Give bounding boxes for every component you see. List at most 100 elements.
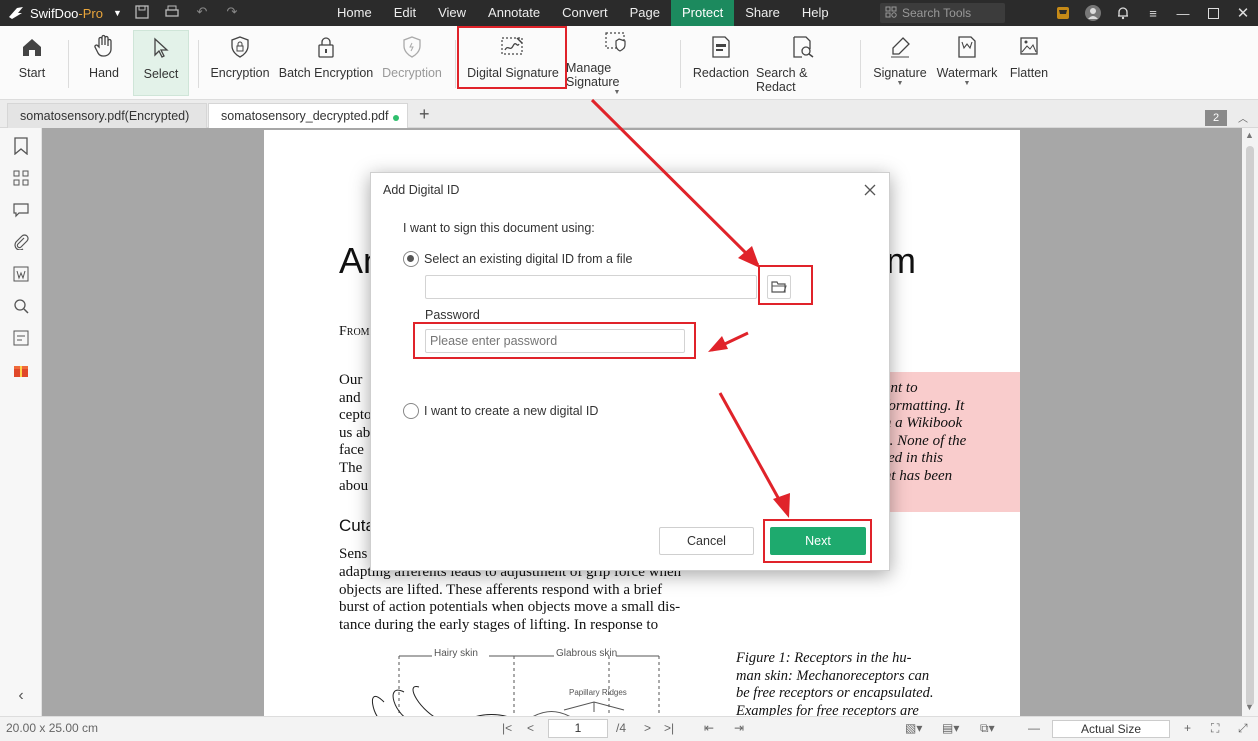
chevron-down-icon[interactable]: ▼ (897, 80, 904, 87)
fig-label-hairy: Hairy skin (434, 648, 478, 659)
word-document-icon[interactable] (11, 264, 31, 284)
search-tools-input[interactable]: Search Tools (880, 3, 1005, 23)
gift-icon[interactable] (11, 360, 31, 380)
hand-button[interactable]: Hand (80, 30, 128, 96)
scroll-up-icon[interactable]: ▲ (1245, 130, 1254, 140)
digital-id-file-input[interactable] (425, 275, 757, 299)
user-avatar-icon[interactable] (1078, 0, 1108, 26)
menu-edit[interactable]: Edit (383, 0, 427, 26)
annotation-box-browse (758, 265, 813, 305)
app-brand[interactable]: SwifDoo -Pro ▼ (8, 5, 122, 21)
scroll-thumb[interactable] (1246, 146, 1254, 706)
menu-help[interactable]: Help (791, 0, 840, 26)
tab-decrypted[interactable]: somatosensory_decrypted.pdf (208, 103, 408, 128)
form-icon[interactable] (11, 328, 31, 348)
menu-protect[interactable]: Protect (671, 0, 735, 26)
chevron-down-icon[interactable]: ▼ (113, 8, 122, 18)
menu-page[interactable]: Page (619, 0, 671, 26)
search-tools-icon (885, 6, 897, 18)
document-tabs: somatosensory.pdf(Encrypted) somatosenso… (0, 100, 1258, 128)
zoom-out-icon[interactable]: — (1028, 721, 1040, 735)
text-line: Examples for free receptors are (736, 702, 919, 716)
minimize-icon[interactable]: — (1168, 0, 1198, 26)
next-page-icon[interactable]: > (644, 721, 651, 735)
option-new-label: I want to create a new digital ID (424, 404, 599, 418)
radio-existing-id[interactable] (403, 251, 419, 267)
save-icon[interactable] (134, 4, 150, 20)
collapse-left-icon[interactable]: ‹ (11, 686, 31, 706)
page-layout-icon[interactable]: ▤▾ (942, 721, 959, 735)
bookmark-icon[interactable] (11, 136, 31, 156)
prev-page-icon[interactable]: < (527, 721, 534, 735)
bell-icon[interactable] (1108, 0, 1138, 26)
page-number-input[interactable]: 1 (548, 719, 608, 738)
cart-icon[interactable] (1048, 0, 1078, 26)
first-page-icon[interactable]: |< (502, 721, 512, 735)
radio-new-id[interactable] (403, 403, 419, 419)
vertical-scrollbar[interactable]: ▲ ▼ (1242, 128, 1258, 716)
pen-signature-icon (891, 37, 910, 58)
search-icon[interactable] (11, 296, 31, 316)
redaction-label: Redaction (692, 66, 750, 80)
menu-annotate[interactable]: Annotate (477, 0, 551, 26)
last-page-icon[interactable]: >| (664, 721, 674, 735)
menu-more-icon[interactable]: ≡ (1138, 0, 1168, 26)
menu-share[interactable]: Share (734, 0, 791, 26)
search-redact-button[interactable]: Search & Redact (756, 30, 850, 96)
print-icon[interactable] (164, 4, 180, 20)
status-bar: 20.00 x 25.00 cm |< < 1 /4 > >| ⇤ ⇥ ▧▾ ▤… (0, 716, 1258, 741)
manage-signature-icon (605, 32, 626, 52)
comment-icon[interactable] (11, 200, 31, 220)
redaction-button[interactable]: Redaction (690, 30, 752, 96)
thumbnails-icon[interactable] (11, 168, 31, 188)
rotate-view-icon[interactable]: ⧉▾ (980, 721, 995, 736)
chevron-down-icon[interactable]: ▼ (964, 80, 971, 87)
fullscreen-icon[interactable]: ⤢ (1238, 721, 1248, 736)
forward-view-icon[interactable]: ⇥ (734, 721, 744, 735)
view-mode-icon[interactable]: ▧▾ (905, 721, 922, 735)
dialog-title: Add Digital ID (383, 183, 460, 197)
signature-button[interactable]: Signature ▼ (870, 30, 930, 96)
encryption-button[interactable]: Encryption (208, 30, 272, 96)
menu-view[interactable]: View (427, 0, 477, 26)
text-line: and (339, 389, 361, 406)
text-line: objects are lifted. These afferents resp… (339, 581, 663, 598)
decryption-button[interactable]: Decryption (380, 30, 444, 96)
start-button[interactable]: Start (10, 30, 54, 96)
close-window-icon[interactable]: ✕ (1228, 0, 1258, 26)
unsaved-dot-icon (393, 115, 399, 121)
text-line: man skin: Mechanoreceptors can (736, 667, 930, 684)
menu-home[interactable]: Home (326, 0, 383, 26)
fit-page-icon[interactable]: ⛶ (1211, 721, 1219, 736)
manage-signature-button[interactable]: Manage Signature ▼ (566, 30, 668, 96)
fig-label-ridges: Papillary Ridges (569, 688, 627, 697)
watermark-button[interactable]: Watermark ▼ (934, 30, 1000, 96)
cancel-button[interactable]: Cancel (659, 527, 754, 555)
flatten-button[interactable]: Flatten (1006, 30, 1052, 96)
maximize-icon[interactable] (1198, 0, 1228, 26)
redo-icon[interactable]: ↷ (224, 4, 240, 20)
attachment-icon[interactable] (11, 232, 31, 252)
doc-from: From (339, 324, 370, 339)
tab-encrypted[interactable]: somatosensory.pdf(Encrypted) (7, 103, 207, 128)
doc-body: adapting afferents leads to adjustment o… (339, 564, 717, 634)
manage-signature-label: Manage Signature (566, 61, 620, 89)
text-line: abou (339, 477, 369, 494)
menu-convert[interactable]: Convert (551, 0, 619, 26)
zoom-level-select[interactable]: Actual Size (1052, 720, 1170, 738)
text-line: tance during the early stages of lifting… (339, 616, 659, 633)
flatten-label: Flatten (1009, 66, 1049, 80)
zoom-in-icon[interactable]: + (1184, 721, 1191, 735)
collapse-up-icon[interactable]: ︿ (1238, 110, 1248, 125)
select-button[interactable]: Select (133, 30, 189, 96)
batch-encryption-button[interactable]: Batch Encryption (278, 30, 374, 96)
add-tab-icon[interactable]: + (419, 104, 430, 125)
scroll-down-icon[interactable]: ▼ (1245, 702, 1254, 712)
close-icon[interactable] (863, 183, 877, 197)
back-view-icon[interactable]: ⇤ (704, 721, 714, 735)
chevron-down-icon[interactable]: ▼ (614, 89, 621, 96)
annotation-box-next (763, 519, 872, 563)
undo-icon[interactable]: ↶ (194, 4, 210, 20)
start-label: Start (18, 66, 46, 80)
add-digital-id-dialog: Add Digital ID I want to sign this docum… (370, 172, 890, 571)
